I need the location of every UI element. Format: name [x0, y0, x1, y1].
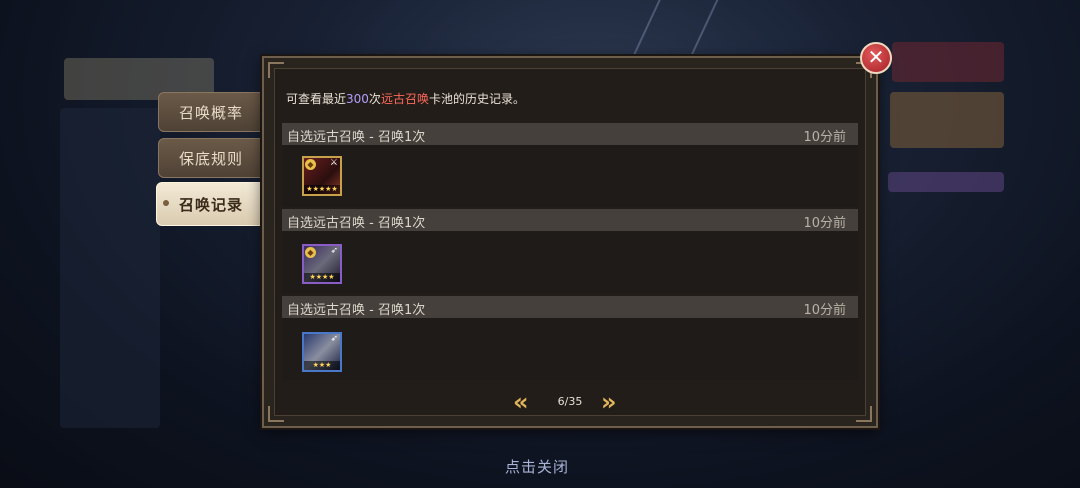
panel-corner-ornament [856, 406, 872, 422]
close-button[interactable]: ✕ [860, 42, 892, 74]
close-icon: ✕ [867, 45, 885, 69]
hero-card[interactable]: ➶ ★★★ [302, 332, 342, 372]
record-title: 自选远古召唤 - 召唤1次 [287, 130, 426, 145]
tab-pity-rules[interactable]: 保底规则 [158, 138, 264, 178]
light-element-icon: ◆ [305, 247, 316, 258]
star-rating: ★★★★★ [304, 185, 340, 194]
tab-summon-history[interactable]: 召唤记录 [156, 182, 266, 226]
star-rating: ★★★ [304, 361, 340, 370]
record-header: 自选远古召唤 - 召唤1次 10分前 [282, 123, 858, 145]
history-description: 可查看最近300次远古召唤卡池的历史记录。 [286, 90, 525, 107]
tab-summon-probability[interactable]: 召唤概率 [158, 92, 264, 132]
double-chevron-left-icon[interactable]: « [513, 388, 529, 416]
fire-element-icon: ◆ [305, 159, 316, 170]
hero-card[interactable]: ◆ ⚔ ★★★★★ [302, 156, 342, 196]
background-banner [892, 42, 1004, 82]
record-header: 自选远古召唤 - 召唤1次 10分前 [282, 296, 858, 318]
background-buttons [888, 172, 1004, 192]
tab-label: 保底规则 [178, 149, 243, 168]
panel-corner-ornament [268, 62, 284, 78]
intro-pool-name: 远古召唤 [380, 92, 429, 106]
record-title: 自选远古召唤 - 召唤1次 [287, 216, 426, 231]
panel-corner-ornament [268, 406, 284, 422]
intro-prefix: 可查看最近 [286, 92, 347, 106]
record-body [282, 231, 858, 293]
background-hero-portraits [890, 92, 1004, 148]
intro-count: 300 [346, 92, 369, 106]
tab-label: 召唤记录 [178, 195, 243, 214]
intro-count-suffix: 次 [368, 92, 381, 106]
record-header: 自选远古召唤 - 召唤1次 10分前 [282, 209, 858, 231]
hero-card[interactable]: ◆ ➶ ★★★★ [302, 244, 342, 284]
record-title: 自选远古召唤 - 召唤1次 [287, 303, 426, 318]
star-rating: ★★★★ [304, 273, 340, 282]
intro-suffix: 卡池的历史记录。 [428, 92, 525, 106]
record-time: 10分前 [803, 216, 846, 231]
warrior-class-icon: ⚔ [329, 158, 338, 168]
tap-to-close-hint[interactable]: 点击关闭 [505, 456, 569, 477]
record-body [282, 318, 858, 380]
record-time: 10分前 [803, 130, 846, 145]
record-body [282, 145, 858, 207]
background-list-panel [60, 108, 160, 428]
record-time: 10分前 [803, 303, 846, 318]
ranger-class-icon: ➶ [330, 334, 338, 344]
page-indicator: 6/35 [557, 395, 583, 408]
double-chevron-right-icon[interactable]: » [601, 388, 617, 416]
tab-label: 召唤概率 [178, 103, 243, 122]
ranger-class-icon: ➶ [330, 246, 338, 256]
